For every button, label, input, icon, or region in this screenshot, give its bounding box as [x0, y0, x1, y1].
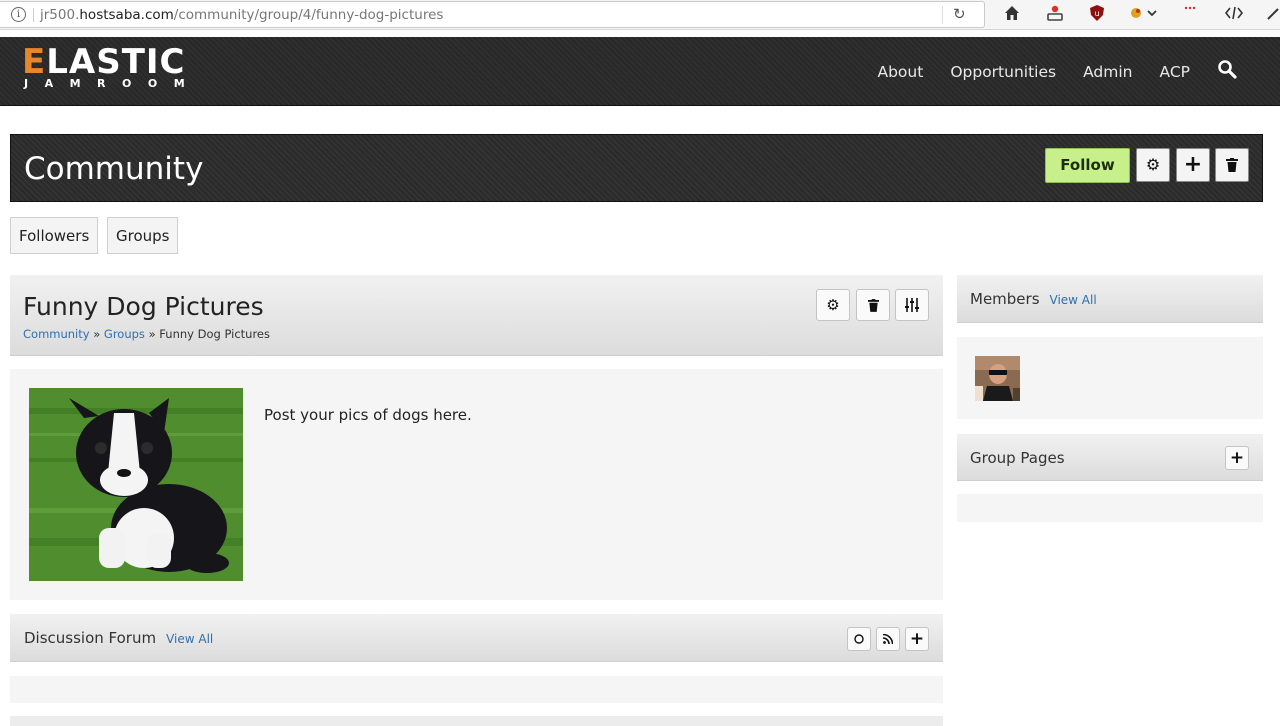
home-icon[interactable] — [1003, 4, 1021, 26]
circle-icon — [854, 632, 864, 646]
tab-groups[interactable]: Groups — [107, 217, 179, 254]
community-banner: Community Follow ⚙ + — [10, 134, 1263, 202]
group-image[interactable] — [29, 388, 243, 581]
sliders-icon — [904, 296, 920, 314]
devtools-icon[interactable] — [1224, 4, 1244, 26]
address-bar[interactable]: i jr500.hostsaba.com/community/group/4/f… — [0, 1, 985, 28]
ublock-icon[interactable]: u — [1088, 4, 1106, 26]
breadcrumb: Community » Groups » Funny Dog Pictures — [23, 327, 270, 341]
members-header: Members View All — [957, 275, 1263, 323]
forum-refresh-button[interactable] — [847, 627, 871, 651]
nav-about[interactable]: About — [877, 63, 923, 81]
plus-icon: + — [909, 629, 925, 649]
tab-followers[interactable]: Followers — [10, 217, 99, 254]
add-button[interactable]: + — [1176, 148, 1210, 182]
follow-button[interactable]: Follow — [1045, 148, 1130, 183]
profile-icon[interactable] — [1046, 4, 1064, 26]
group-title: Funny Dog Pictures — [23, 292, 264, 321]
settings-button[interactable]: ⚙ — [1136, 148, 1170, 182]
main-nav: About Opportunities Admin ACP — [877, 37, 1280, 106]
svg-text:u: u — [1094, 9, 1099, 18]
site-header: ELASTIC JAMROOM About Opportunities Admi… — [0, 37, 1280, 106]
delete-button[interactable] — [1215, 148, 1249, 182]
forum-view-all[interactable]: View All — [166, 632, 213, 646]
forum-rss-button[interactable] — [876, 627, 900, 651]
forum-add-button[interactable]: + — [905, 627, 929, 651]
breadcrumb-current: Funny Dog Pictures — [159, 327, 270, 341]
group-header: Funny Dog Pictures Community » Groups » … — [10, 275, 943, 356]
nav-acp[interactable]: ACP — [1159, 63, 1190, 81]
gear-icon: ⚙ — [826, 296, 840, 314]
logo-text: LASTIC — [46, 42, 186, 82]
logo-subtitle: JAMROOM — [24, 77, 202, 90]
breadcrumb-community[interactable]: Community — [23, 327, 90, 341]
forum-title: Discussion Forum View All — [24, 629, 214, 647]
members-view-all[interactable]: View All — [1050, 293, 1097, 307]
group-reorder-button[interactable] — [895, 289, 929, 321]
site-logo[interactable]: ELASTIC JAMROOM — [22, 45, 202, 90]
search-icon[interactable] — [1217, 59, 1237, 84]
avatar[interactable] — [975, 356, 1020, 401]
browser-toolbar: i jr500.hostsaba.com/community/group/4/f… — [0, 0, 1280, 30]
indicator-icon[interactable] — [1183, 4, 1197, 26]
members-title: Members View All — [970, 290, 1097, 308]
plus-icon: + — [1183, 152, 1203, 177]
breadcrumb-groups[interactable]: Groups — [104, 327, 145, 341]
nav-admin[interactable]: Admin — [1083, 63, 1132, 81]
info-icon[interactable]: i — [11, 7, 26, 22]
url-text[interactable]: jr500.hostsaba.com/community/group/4/fun… — [40, 7, 443, 23]
url-separator — [33, 8, 34, 22]
forum-body — [10, 676, 943, 703]
group-settings-button[interactable]: ⚙ — [816, 289, 850, 321]
reload-icon[interactable]: ↻ — [953, 5, 966, 23]
plus-icon: + — [1229, 448, 1245, 468]
edit-icon[interactable] — [1266, 4, 1280, 26]
group-description: Post your pics of dogs here. — [264, 406, 472, 424]
group-pages-add-button[interactable]: + — [1225, 446, 1249, 470]
trash-icon — [1226, 155, 1238, 174]
next-section — [10, 716, 943, 726]
group-pages-title: Group Pages — [970, 449, 1065, 467]
forum-header: Discussion Forum View All + — [10, 614, 943, 662]
nav-opportunities[interactable]: Opportunities — [950, 63, 1056, 81]
group-pages-body — [957, 494, 1263, 522]
group-pages-header: Group Pages + — [957, 434, 1263, 481]
trash-icon — [867, 296, 879, 314]
extension-icon[interactable] — [1128, 4, 1160, 26]
gear-icon: ⚙ — [1145, 155, 1161, 174]
reload-separator — [942, 6, 943, 24]
page-title: Community — [24, 151, 204, 187]
rss-icon — [882, 632, 894, 646]
group-delete-button[interactable] — [856, 289, 890, 321]
